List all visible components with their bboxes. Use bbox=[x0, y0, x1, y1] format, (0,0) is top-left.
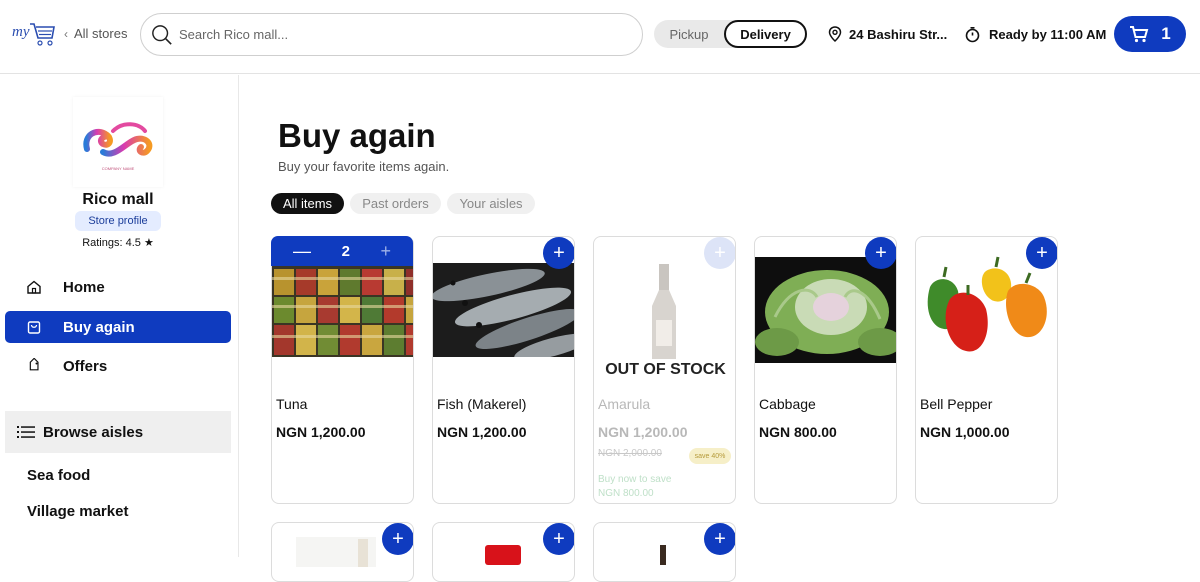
nav-buy-again-label: Buy again bbox=[63, 318, 135, 336]
nav-buy-again[interactable]: Buy again bbox=[5, 311, 231, 343]
home-icon bbox=[26, 279, 42, 295]
cabbage-image bbox=[755, 257, 896, 363]
fulfillment-toggle: Pickup Delivery bbox=[654, 20, 807, 48]
page-title: Buy again bbox=[278, 117, 436, 154]
ready-time[interactable]: Ready by 11:00 AM bbox=[964, 26, 1106, 43]
product-image bbox=[296, 537, 376, 567]
nav-home[interactable]: Home bbox=[5, 271, 231, 303]
product-card-row2-1[interactable]: + bbox=[271, 522, 414, 582]
location-pin-icon bbox=[828, 26, 842, 42]
nav-offers[interactable]: Offers bbox=[5, 350, 231, 382]
minus-icon[interactable]: — bbox=[293, 241, 311, 262]
quantity-stepper[interactable]: — 2 + bbox=[271, 236, 413, 266]
cart-count: 1 bbox=[1161, 24, 1171, 43]
product-price: NGN 1,000.00 bbox=[920, 424, 1010, 440]
amarula-bottle-image bbox=[594, 262, 735, 359]
add-button[interactable]: + bbox=[1026, 237, 1057, 269]
plus-icon[interactable]: + bbox=[380, 241, 391, 262]
pickup-option[interactable]: Pickup bbox=[654, 20, 724, 48]
tab-your-aisles[interactable]: Your aisles bbox=[447, 193, 535, 214]
product-price: NGN 1,200.00 bbox=[598, 424, 688, 440]
product-image bbox=[485, 545, 521, 565]
cart-icon bbox=[1130, 26, 1149, 43]
browse-aisles-label: Browse aisles bbox=[43, 423, 144, 441]
quantity-value: 2 bbox=[341, 242, 350, 260]
product-price: NGN 1,200.00 bbox=[437, 424, 527, 440]
address-text: 24 Bashiru Str... bbox=[849, 26, 948, 42]
nav-offers-label: Offers bbox=[63, 357, 108, 375]
product-card-tuna[interactable]: Tuna NGN 1,200.00 bbox=[271, 236, 414, 504]
add-button[interactable]: + bbox=[704, 523, 735, 555]
search-input[interactable] bbox=[179, 27, 599, 42]
product-price: NGN 1,200.00 bbox=[276, 424, 366, 440]
product-name: Fish (Makerel) bbox=[437, 396, 527, 412]
chevron-left-icon: ‹ bbox=[64, 26, 68, 41]
logo-caption: COMPANY NAME bbox=[102, 166, 135, 171]
product-image bbox=[660, 545, 666, 565]
search-icon bbox=[152, 24, 172, 45]
tab-past-orders[interactable]: Past orders bbox=[350, 193, 441, 214]
product-name: Cabbage bbox=[759, 396, 816, 412]
nav-home-label: Home bbox=[63, 278, 105, 296]
swirl-logo-icon: COMPANY NAME bbox=[83, 122, 153, 171]
svg-text:my: my bbox=[12, 24, 30, 40]
all-stores-label: All stores bbox=[74, 26, 128, 41]
tuna-image bbox=[272, 263, 413, 357]
product-name: Bell Pepper bbox=[920, 396, 993, 412]
product-name: Tuna bbox=[276, 396, 308, 412]
sidebar: COMPANY NAME Rico mall Store profile Rat… bbox=[0, 75, 239, 557]
store-ratings: Ratings: 4.5 ★ bbox=[82, 237, 154, 249]
cart-button[interactable]: 1 bbox=[1114, 16, 1186, 52]
tag-icon bbox=[26, 358, 42, 374]
buy-now-price: NGN 800.00 bbox=[598, 488, 654, 499]
store-logo: COMPANY NAME bbox=[73, 97, 163, 187]
add-button-disabled: + bbox=[704, 237, 735, 269]
ready-text: Ready by 11:00 AM bbox=[989, 27, 1107, 42]
add-button[interactable]: + bbox=[382, 523, 413, 555]
delivery-option[interactable]: Delivery bbox=[724, 20, 807, 48]
product-price: NGN 800.00 bbox=[759, 424, 837, 440]
old-price: NGN 2,000.00 bbox=[598, 448, 662, 459]
mycart-logo[interactable]: my bbox=[12, 18, 56, 48]
buy-now-text: Buy now to save bbox=[598, 474, 672, 485]
aisle-sea-food[interactable]: Sea food bbox=[27, 467, 90, 484]
aisle-village-market[interactable]: Village market bbox=[27, 503, 128, 520]
tab-all-items[interactable]: All items bbox=[271, 193, 344, 214]
out-of-stock-label: OUT OF STOCK bbox=[605, 361, 726, 378]
save-badge: save 40% bbox=[689, 448, 731, 464]
list-icon bbox=[17, 425, 35, 439]
store-name: Rico mall bbox=[82, 191, 154, 208]
store-profile-button[interactable]: Store profile bbox=[75, 211, 161, 231]
product-card-cabbage[interactable]: + Cabbage NGN 800.00 bbox=[754, 236, 897, 504]
add-button[interactable]: + bbox=[543, 237, 574, 269]
all-stores-link[interactable]: ‹ All stores bbox=[64, 26, 127, 41]
product-name: Amarula bbox=[598, 396, 651, 412]
browse-aisles-header[interactable]: Browse aisles bbox=[5, 411, 231, 453]
add-button[interactable]: + bbox=[543, 523, 574, 555]
shopping-bag-icon bbox=[26, 319, 42, 335]
product-card-row2-3[interactable]: + bbox=[593, 522, 736, 582]
search-bar[interactable] bbox=[140, 13, 643, 56]
fish-image bbox=[433, 263, 574, 357]
timer-icon bbox=[965, 26, 980, 43]
buy-now-promo: Buy now to save NGN 800.00 bbox=[598, 473, 671, 501]
delivery-address[interactable]: 24 Bashiru Str... bbox=[828, 26, 947, 42]
page-subtitle: Buy your favorite items again. bbox=[278, 159, 450, 174]
product-card-fish[interactable]: + Fish (Makerel) NGN 1,200.00 bbox=[432, 236, 575, 504]
top-header: my ‹ All stores Pickup Delivery 24 Bashi… bbox=[0, 0, 1200, 74]
product-card-row2-2[interactable]: + bbox=[432, 522, 575, 582]
product-card-bell-pepper[interactable]: + Bell Pepper NGN 1,000.00 bbox=[915, 236, 1058, 504]
add-button[interactable]: + bbox=[865, 237, 896, 269]
product-card-amarula[interactable]: + OUT OF STOCK Amarula NGN 1,200.00 NGN … bbox=[593, 236, 736, 504]
